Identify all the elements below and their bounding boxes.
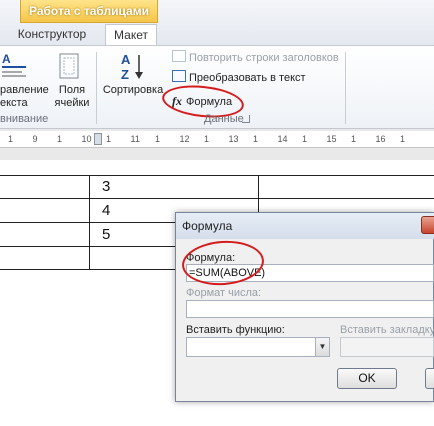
number-format-label: Формат числа: [186,287,262,299]
insert-bookmark-label: Вставить закладку [340,324,434,336]
convert-to-text-button[interactable]: Преобразовать в текст [172,70,372,86]
table-tools-header: Работа с таблицами [20,0,158,23]
table-cell-value[interactable]: 4 [102,202,110,219]
convert-to-text-label: Преобразовать в текст [189,72,306,84]
alignment-group-label: внивание [0,113,49,125]
ruler-number: 13 [228,134,239,144]
cell-margins-label-2: ячейки [54,97,90,109]
table-tools-label: Работа с таблицами [29,4,149,18]
insert-bookmark-select [340,337,434,357]
convert-to-text-icon [172,70,186,82]
data-group-label: Данные [204,113,244,125]
ok-button[interactable]: OK [337,368,397,389]
ruler-number: 9 [32,134,38,144]
ruler-number: 15 [326,134,337,144]
repeat-headers-icon [172,50,186,62]
insert-function-select[interactable] [186,337,330,357]
horizontal-ruler [0,131,434,148]
ruler-number: 1 [302,134,308,144]
ruler-number: 11 [130,134,140,144]
table-cell-value[interactable]: 5 [102,226,110,243]
text-direction-icon: A [0,52,28,80]
text-direction-button[interactable]: равление екста [0,84,49,110]
ruler-number: 10 [81,134,92,144]
cancel-button-partial[interactable] [425,368,434,389]
cell-margins-button[interactable]: Поля ячейки [52,84,92,110]
svg-text:A: A [121,52,131,67]
ruler-number: 1 [253,134,259,144]
tab-maket[interactable]: Макет [105,24,157,46]
table-cell-value[interactable]: 3 [102,178,110,195]
svg-text:A: A [2,52,11,66]
table-border [0,175,434,176]
formula-dialog-title: Формула [182,219,233,233]
ruler-number: 1 [155,134,161,144]
ruler-number: 1 [400,134,406,144]
sort-button[interactable]: Сортировка [102,84,164,97]
ruler-number: 16 [375,134,386,144]
group-separator-right [345,52,346,124]
table-border [89,175,90,270]
insert-function-label: Вставить функцию: [186,324,285,336]
text-direction-label-1: равление [0,84,49,96]
tab-konstruktor[interactable]: Конструктор [0,24,104,45]
cell-margins-label-1: Поля [58,84,86,96]
svg-text:Z: Z [121,67,129,82]
text-direction-label-2: екста [0,97,28,109]
table-border [0,198,434,199]
repeat-header-rows-button[interactable]: Повторить строки заголовков [172,50,372,66]
ruler-indent-marker[interactable] [94,133,102,145]
ruler-number: 12 [179,134,190,144]
dialog-launcher-icon[interactable] [242,115,250,123]
group-separator [96,52,97,124]
cell-margins-icon [58,52,82,80]
ruler-number: 14 [277,134,288,144]
ruler-number: 1 [204,134,210,144]
sort-icon: A Z [120,52,146,82]
ruler-number: 1 [57,134,63,144]
ruler-number: 1 [106,134,112,144]
repeat-headers-label: Повторить строки заголовков [189,52,339,64]
dialog-close-button[interactable] [421,216,434,234]
dropdown-arrow-icon[interactable]: ▼ [315,338,329,356]
formula-dialog-titlebar[interactable]: Формула [176,213,434,239]
number-format-select[interactable] [186,300,434,318]
ruler-number: 1 [351,134,357,144]
ruler-number: 1 [8,134,14,144]
